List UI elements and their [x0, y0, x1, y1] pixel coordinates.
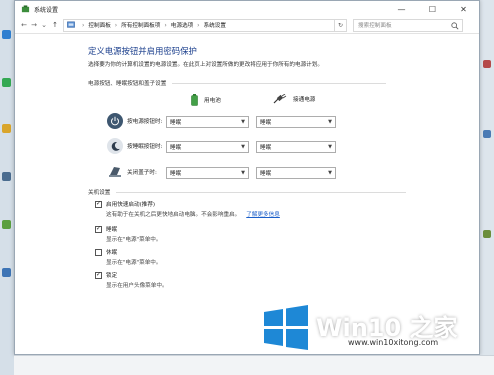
desktop-icon[interactable]: [2, 30, 11, 39]
select-value: 睡眠: [260, 145, 272, 151]
divider: [116, 191, 407, 193]
lock-checkbox[interactable]: ✓: [95, 271, 102, 279]
search-placeholder: 搜索控制面板: [358, 23, 392, 29]
desktop-icon[interactable]: [483, 60, 491, 68]
lock-description: 显示在用户头像菜单中。: [106, 283, 168, 289]
select-value: 睡眠: [170, 145, 182, 151]
power-options-icon: [21, 4, 30, 12]
desktop-icon[interactable]: [2, 124, 11, 133]
desktop-icon[interactable]: [483, 230, 491, 238]
desktop-icon[interactable]: [2, 268, 11, 277]
column-plugged-label: 接通电源: [293, 97, 316, 103]
column-battery-label: 用电池: [204, 98, 221, 104]
breadcrumb-power-options[interactable]: 电源选项: [171, 21, 193, 29]
select-value: 睡眠: [260, 171, 272, 177]
sleep-description: 显示在"电源"菜单中。: [106, 237, 162, 243]
desktop-icon[interactable]: [483, 130, 491, 138]
breadcrumb-separator: ›: [82, 21, 85, 29]
sleep-button-battery-select[interactable]: 睡眠 ▼: [166, 141, 249, 153]
refresh-button[interactable]: ↻: [335, 18, 347, 32]
lock-option[interactable]: ✓ 锁定: [95, 271, 117, 279]
search-icon[interactable]: [451, 21, 459, 30]
hibernate-checkbox[interactable]: [95, 248, 102, 256]
sleep-option[interactable]: ✓ 睡眠: [95, 225, 117, 233]
power-plug-icon: [273, 94, 287, 104]
divider: [172, 82, 387, 84]
sleep-label[interactable]: 睡眠: [106, 225, 117, 233]
section-buttons-title: 电源按钮、睡眠按钮和盖子设置: [88, 81, 167, 87]
column-battery: 用电池: [191, 94, 221, 106]
page-title: 定义电源按钮并启用密码保护: [88, 46, 197, 56]
minimize-button[interactable]: —: [386, 1, 417, 17]
section-shutdown-header: 关机设置: [88, 188, 407, 196]
column-plugged: 接通电源: [273, 94, 315, 104]
chevron-down-icon: ▼: [241, 144, 245, 150]
back-button[interactable]: ←: [19, 18, 29, 32]
title-bar[interactable]: 系统设置 — ☐ ✕: [15, 1, 479, 17]
desktop-icon[interactable]: [2, 172, 11, 181]
power-icon: [107, 113, 123, 129]
chevron-down-icon: ▼: [328, 170, 332, 176]
forward-button[interactable]: →: [29, 18, 39, 32]
battery-icon: [191, 94, 198, 106]
watermark: Win10 之家 www.win10xitong.com: [262, 298, 494, 375]
close-lid-plugged-select[interactable]: 睡眠 ▼: [256, 167, 336, 179]
desktop-icon[interactable]: [2, 220, 11, 229]
power-button-plugged-select[interactable]: 睡眠 ▼: [256, 116, 336, 128]
hibernate-option[interactable]: 休眠: [95, 248, 117, 256]
desktop-icon[interactable]: [2, 78, 11, 87]
up-button[interactable]: ↑: [50, 18, 60, 32]
lock-label[interactable]: 锁定: [106, 271, 117, 279]
hibernate-label[interactable]: 休眠: [106, 248, 117, 256]
breadcrumb-control-panel[interactable]: 控制面板: [88, 21, 110, 29]
fast-startup-desc-text: 这有助于在关机之后更快地启动电脑。不会影响重启。: [106, 212, 241, 218]
breadcrumb-all-items[interactable]: 所有控制面板项: [121, 21, 160, 29]
search-input[interactable]: 搜索控制面板: [353, 18, 463, 32]
desktop-left-strip: [0, 0, 14, 375]
laptop-lid-icon: [107, 164, 123, 180]
control-panel-icon: [67, 21, 75, 28]
window-title: 系统设置: [34, 6, 59, 14]
watermark-url: www.win10xitong.com: [348, 338, 439, 347]
close-lid-battery-select[interactable]: 睡眠 ▼: [166, 167, 249, 179]
section-buttons-header: 电源按钮、睡眠按钮和盖子设置: [88, 79, 387, 87]
recent-locations-chevron-icon[interactable]: ⌄: [39, 18, 49, 32]
fast-startup-label[interactable]: 启用快速启动(推荐): [106, 200, 155, 208]
learn-more-link[interactable]: 了解更多信息: [246, 212, 280, 218]
sleep-checkbox[interactable]: ✓: [95, 225, 102, 233]
windows-logo-icon: [264, 305, 308, 350]
breadcrumb[interactable]: › 控制面板 › 所有控制面板项 › 电源选项 › 系统设置: [63, 18, 335, 32]
hibernate-description: 显示在"电源"菜单中。: [106, 260, 162, 266]
breadcrumb-separator: ›: [114, 21, 118, 29]
breadcrumb-separator: ›: [197, 21, 200, 29]
page-description: 选择要为你的计算机设置的电源设置。在此页上对设置所做的更改将应用于你所有的电源计…: [88, 62, 323, 68]
select-value: 睡眠: [170, 120, 182, 126]
power-button-battery-select[interactable]: 睡眠 ▼: [166, 116, 249, 128]
section-shutdown-title: 关机设置: [88, 190, 111, 196]
chevron-down-icon: ▼: [241, 170, 245, 176]
select-value: 睡眠: [170, 171, 182, 177]
select-value: 睡眠: [260, 120, 272, 126]
address-bar: ← → ⌄ ↑ › 控制面板 › 所有控制面板项 › 电源选项 › 系统设置 ↻…: [15, 17, 479, 34]
maximize-button[interactable]: ☐: [417, 1, 448, 17]
fast-startup-checkbox[interactable]: ✓: [95, 200, 102, 208]
close-button[interactable]: ✕: [448, 1, 479, 17]
moon-icon: [107, 138, 123, 154]
chevron-down-icon: ▼: [328, 144, 332, 150]
chevron-down-icon: ▼: [241, 119, 245, 125]
fast-startup-description: 这有助于在关机之后更快地启动电脑。不会影响重启。 了解更多信息: [106, 210, 280, 218]
chevron-down-icon: ▼: [328, 119, 332, 125]
sleep-button-plugged-select[interactable]: 睡眠 ▼: [256, 141, 336, 153]
fast-startup-option[interactable]: ✓ 启用快速启动(推荐): [95, 200, 155, 208]
breadcrumb-system-settings[interactable]: 系统设置: [204, 21, 226, 29]
breadcrumb-separator: ›: [164, 21, 167, 29]
